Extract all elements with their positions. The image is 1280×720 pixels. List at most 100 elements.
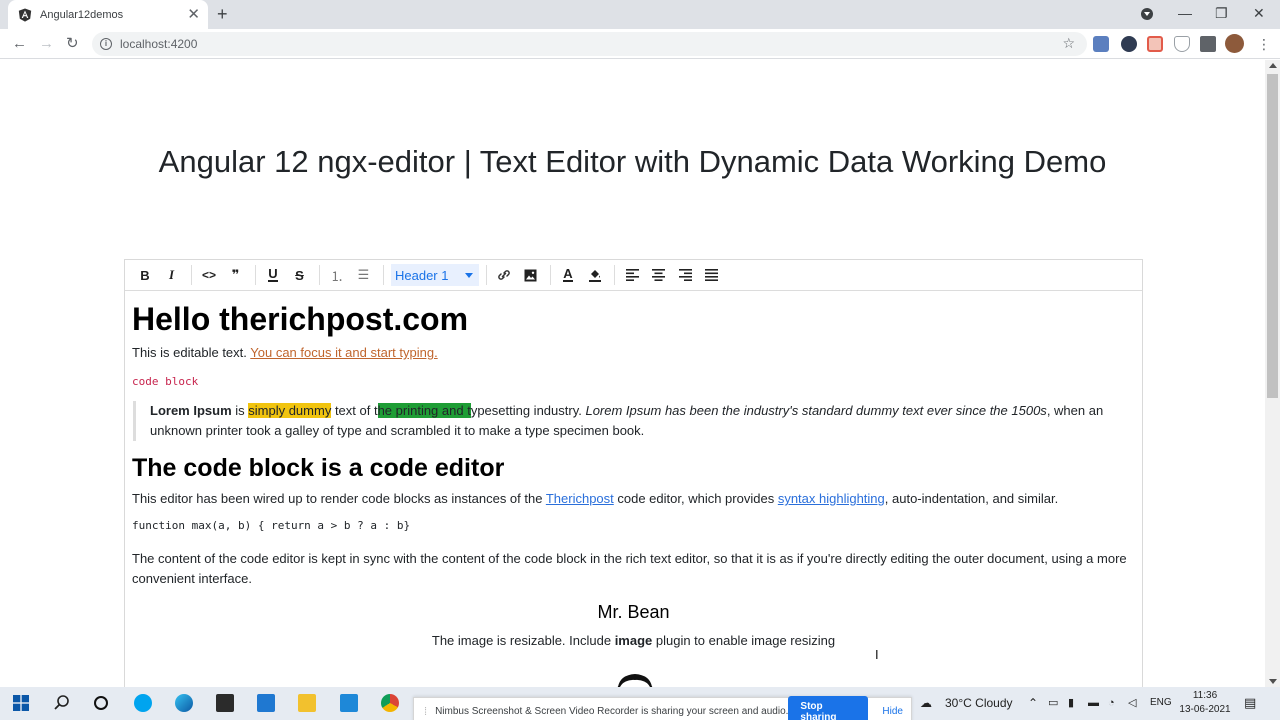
caption-bold-text: image [614, 633, 653, 648]
align-justify-button[interactable] [700, 264, 724, 286]
reload-button[interactable]: ↻ [66, 34, 79, 54]
menu-divider [614, 265, 615, 285]
align-center-button[interactable] [647, 264, 671, 286]
strike-button[interactable]: S [288, 264, 312, 286]
windows-start-icon[interactable] [13, 695, 29, 711]
italic-button[interactable]: I [160, 264, 184, 286]
drag-handle-icon[interactable]: ⁞ [424, 706, 427, 718]
page-title: Angular 12 ngx-editor | Text Editor with… [158, 144, 1107, 179]
underline-button[interactable]: U [261, 264, 285, 286]
notification-icon[interactable]: ▤ [1244, 695, 1256, 711]
inline-code-block[interactable]: code block [132, 373, 1135, 391]
search-icon[interactable] [53, 694, 71, 712]
meet-now-icon[interactable]: ▭ [1048, 695, 1058, 711]
therichpost-link[interactable]: Therichpost [546, 491, 614, 506]
scrollbar-thumb[interactable] [1267, 74, 1278, 398]
extension-icon[interactable] [1093, 36, 1109, 52]
edge-icon[interactable] [175, 694, 193, 712]
intro-link[interactable]: You can focus it and start typing. [250, 345, 437, 360]
menu-divider [486, 265, 487, 285]
image-caption[interactable]: The image is resizable. Include image pl… [132, 631, 1135, 651]
image-icon [524, 269, 537, 281]
file-explorer-icon[interactable] [298, 694, 316, 712]
avatar[interactable] [1225, 34, 1244, 53]
quote-italic-text: Lorem Ipsum has been the industry's stan… [585, 403, 1047, 418]
microphone-icon[interactable]: ▮ [1068, 695, 1074, 711]
new-tab-button[interactable]: + [217, 4, 228, 24]
stop-sharing-button[interactable]: Stop sharing [788, 695, 869, 720]
image-button[interactable] [519, 264, 543, 286]
back-button[interactable]: ← [12, 34, 27, 54]
shield-icon[interactable] [1174, 36, 1190, 52]
bullet-list-button[interactable]: ☰ [352, 264, 376, 286]
vscode-icon[interactable] [340, 694, 358, 712]
quote-text: ypesetting industry. [470, 403, 586, 418]
screen-share-bar: ⁞ Nimbus Screenshot & Screen Video Recor… [413, 695, 912, 720]
extension-icon[interactable] [1147, 36, 1163, 52]
content-heading-1[interactable]: Hello therichpost.com [132, 299, 1135, 339]
description-paragraph[interactable]: This editor has been wired up to render … [132, 489, 1135, 509]
site-info-icon[interactable]: i [100, 38, 112, 50]
wifi-icon[interactable]: ◔ [1108, 695, 1115, 711]
extension-icon[interactable] [1121, 36, 1137, 52]
scroll-down-icon[interactable] [1269, 679, 1277, 684]
align-right-button[interactable] [673, 264, 697, 286]
tab-strip: Angular12demos ✕ + — ❐ ✕ [0, 0, 1280, 29]
hide-button[interactable]: Hide [882, 706, 903, 717]
align-left-button[interactable] [620, 264, 644, 286]
minimize-button[interactable]: — [1178, 4, 1192, 22]
skype-icon[interactable] [134, 694, 152, 712]
editor-content[interactable]: Hello therichpost.com This is editable t… [125, 291, 1142, 651]
intro-paragraph[interactable]: This is editable text. You can focus it … [132, 343, 1135, 363]
store-icon[interactable] [216, 694, 234, 712]
url-text[interactable]: localhost:4200 [120, 37, 197, 51]
paragraph-text: code editor, which provides [613, 491, 778, 506]
bold-button[interactable]: B [133, 264, 157, 286]
scroll-up-icon[interactable] [1269, 63, 1277, 68]
share-message: Nimbus Screenshot & Screen Video Recorde… [435, 706, 789, 717]
mail-icon[interactable] [257, 694, 275, 712]
menu-divider [255, 265, 256, 285]
code-button[interactable]: <> [197, 264, 221, 286]
blockquote-button[interactable]: ❞ [224, 264, 248, 286]
blockquote[interactable]: Lorem Ipsum is simply dummy text of the … [133, 401, 1135, 441]
taskbar-clock[interactable]: 11:36 13-06-2021 [1172, 689, 1238, 717]
background-color-button[interactable] [583, 264, 607, 286]
tab-search-icon[interactable] [1141, 8, 1153, 20]
link-button[interactable] [492, 264, 516, 286]
mr-bean-image[interactable] [610, 671, 660, 687]
ordered-list-button[interactable]: ⒈ [325, 264, 349, 286]
address-bar[interactable]: i localhost:4200 ☆ [92, 32, 1087, 56]
sync-paragraph[interactable]: The content of the code editor is kept i… [132, 549, 1135, 589]
volume-icon[interactable]: ◁ [1128, 695, 1136, 711]
syntax-highlighting-link[interactable]: syntax highlighting [778, 491, 885, 506]
weather-cloud-icon[interactable]: ☁ [920, 695, 932, 711]
text-editor: B I <> ❞ U S ⒈ ☰ Header 1 A Hello theric… [124, 259, 1143, 687]
content-heading-3[interactable]: Mr. Bean [132, 599, 1135, 625]
quote-text: text of t [331, 403, 378, 418]
bookmark-star-icon[interactable]: ☆ [1062, 35, 1075, 52]
browser-tab[interactable]: Angular12demos ✕ [8, 0, 208, 29]
extensions-puzzle-icon[interactable] [1200, 36, 1216, 52]
heading-select-value: Header 1 [395, 267, 449, 283]
restore-button[interactable]: ❐ [1215, 4, 1228, 22]
cortana-icon[interactable] [92, 694, 110, 712]
window-close-button[interactable]: ✕ [1253, 4, 1265, 22]
chevron-down-icon [465, 273, 473, 278]
language-indicator[interactable]: ENG [1150, 695, 1172, 711]
text-color-button[interactable]: A [556, 264, 580, 286]
tab-close-icon[interactable]: ✕ [187, 7, 200, 22]
battery-icon[interactable]: ▬ [1088, 695, 1099, 711]
heading-select[interactable]: Header 1 [391, 264, 479, 286]
chrome-icon[interactable] [381, 694, 399, 712]
forward-button[interactable]: → [39, 34, 54, 54]
tray-chevron-icon[interactable]: ⌃ [1028, 695, 1038, 711]
menu-divider [319, 265, 320, 285]
code-line[interactable]: function max(a, b) { return a > b ? a : … [132, 517, 1135, 535]
page-scrollbar[interactable] [1265, 60, 1280, 687]
menu-kebab-icon[interactable]: ⋮ [1257, 35, 1271, 53]
link-icon [498, 270, 510, 280]
angular-logo-icon [18, 8, 32, 22]
weather-text[interactable]: 30°C Cloudy [945, 695, 1013, 711]
content-heading-2[interactable]: The code block is a code editor [132, 451, 1135, 485]
